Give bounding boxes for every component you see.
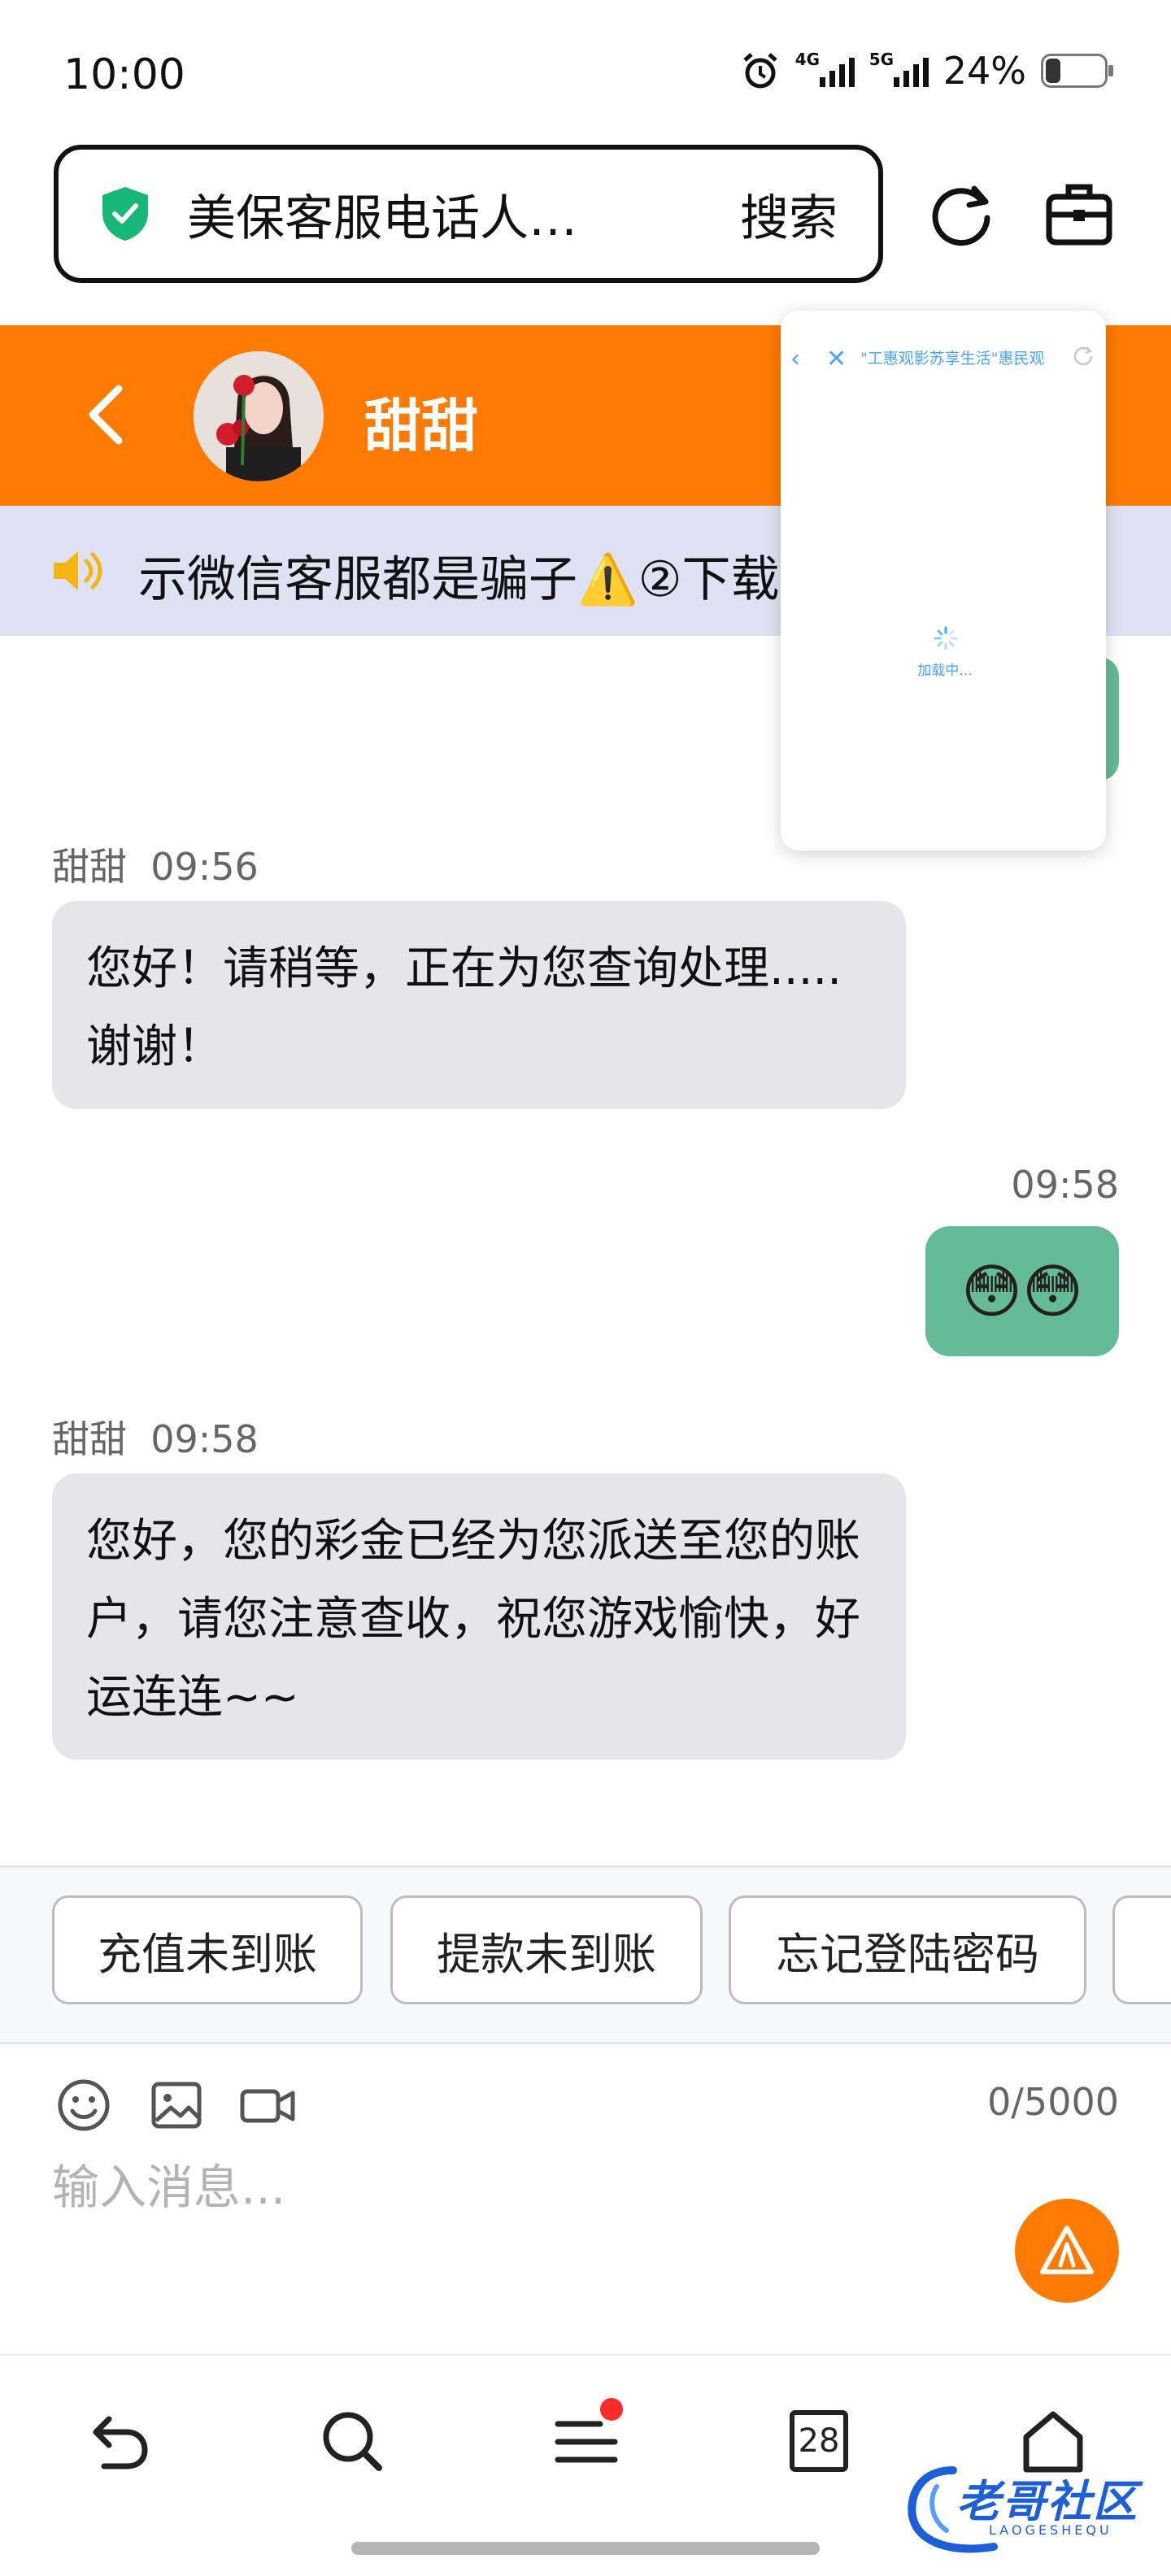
toolbox-icon[interactable] — [1043, 177, 1116, 250]
calendar-day: 28 — [798, 2422, 840, 2460]
address-bar[interactable]: 美保客服电话人… 搜索 — [54, 145, 883, 283]
message-meta: 甜甜 09:56 — [52, 845, 259, 889]
alarm-icon — [743, 53, 777, 89]
status-indicators: 4G 5G 24% — [740, 49, 1113, 93]
shield-check-icon — [102, 187, 148, 241]
watermark-logo: 老哥社区 LAOGESHEQU — [904, 2462, 1158, 2556]
status-time: 10:00 — [63, 50, 185, 99]
message-input[interactable] — [52, 2147, 947, 2228]
status-bar: 10:00 4G 5G 24% — [0, 0, 1171, 146]
signal-4g-icon: 4G — [795, 50, 855, 87]
popup-refresh-icon[interactable] — [1070, 343, 1095, 368]
watermark-subtext: LAOGESHEQU — [989, 2522, 1112, 2538]
notice-text: 示微信客服都是骗子⚠️②下载 — [138, 551, 780, 608]
outgoing-bubble[interactable]: 😳😳 — [925, 1226, 1119, 1356]
battery-percent: 24% — [942, 49, 1026, 93]
quick-reply-chip-partial[interactable] — [1112, 1895, 1171, 2004]
search-icon[interactable] — [316, 2404, 389, 2478]
quick-reply-chip[interactable]: 充值未到账 — [52, 1895, 363, 2004]
message-meta: 甜甜 09:58 — [52, 1417, 259, 1461]
char-counter: 0/5000 — [987, 2080, 1119, 2124]
emoji-icon[interactable] — [55, 2077, 112, 2134]
message-time: 09:58 — [1011, 1163, 1119, 1207]
notification-dot — [600, 2398, 623, 2421]
watermark-text: 老哥社区 — [956, 2476, 1138, 2527]
incoming-bubble[interactable]: 您好，您的彩金已经为您派送至您的账户，请您注意查收，祝您游戏愉快，好运连连~~ — [52, 1473, 906, 1760]
back-arrow-icon[interactable] — [73, 374, 138, 455]
image-icon[interactable] — [148, 2077, 205, 2134]
search-button[interactable]: 搜索 — [740, 179, 838, 250]
contact-name: 甜甜 — [364, 393, 478, 459]
home-indicator[interactable] — [351, 2542, 820, 2555]
popup-back-icon[interactable]: ‹ — [790, 345, 800, 373]
calendar-icon[interactable]: 28 — [782, 2404, 855, 2478]
refresh-icon[interactable] — [925, 177, 999, 250]
quick-reply-chip[interactable]: 提款未到账 — [390, 1895, 703, 2004]
popup-title: "工惠观影苏享生活"惠民观 — [860, 350, 1045, 368]
undo-icon[interactable] — [81, 2404, 155, 2478]
loading-spinner-icon — [934, 626, 958, 651]
incoming-bubble[interactable]: 您好！请稍等，正在为您查询处理.....谢谢！ — [52, 901, 906, 1109]
speaker-icon — [54, 551, 102, 590]
quick-reply-chip[interactable]: 忘记登陆密码 — [729, 1895, 1086, 2004]
quick-reply-bar: 充值未到账 提款未到账 忘记登陆密码 — [0, 1865, 1171, 2044]
send-button[interactable] — [1015, 2199, 1119, 2303]
popup-loading-text: 加载中... — [917, 663, 973, 679]
video-icon[interactable] — [239, 2077, 296, 2134]
battery-icon — [1041, 54, 1113, 88]
warning-send-icon — [1040, 2226, 1094, 2274]
avatar[interactable] — [194, 351, 324, 481]
floating-window-preview[interactable]: ‹ ✕ "工惠观影苏享生活"惠民观 加载中... — [781, 311, 1106, 851]
popup-close-icon[interactable]: ✕ — [826, 345, 847, 373]
url-title[interactable]: 美保客服电话人… — [187, 179, 740, 250]
signal-5g-icon: 5G — [869, 50, 929, 87]
